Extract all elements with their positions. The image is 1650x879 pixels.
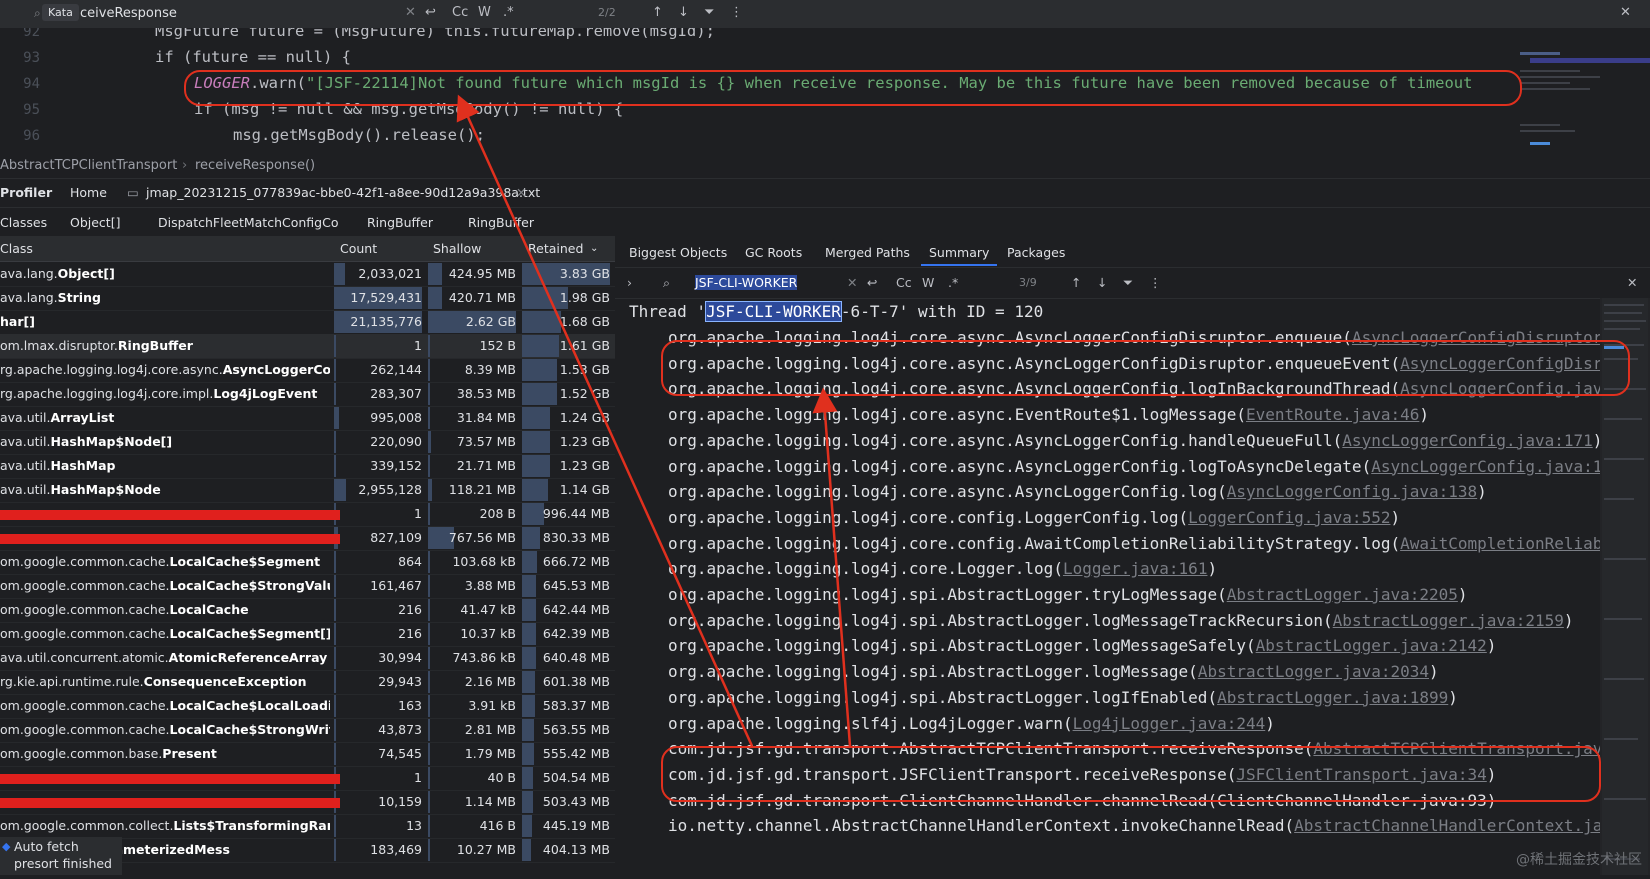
auto-fetch-notification[interactable]: ◆ Auto fetch presort finished bbox=[0, 837, 122, 875]
notification-subtitle: presort finished bbox=[14, 856, 112, 871]
notification-title: Auto fetch bbox=[14, 839, 79, 854]
annotation-arrows bbox=[456, 94, 852, 747]
watermark: @稀土掘金技术社区 bbox=[1516, 852, 1642, 868]
info-icon: ◆ bbox=[2, 840, 11, 853]
